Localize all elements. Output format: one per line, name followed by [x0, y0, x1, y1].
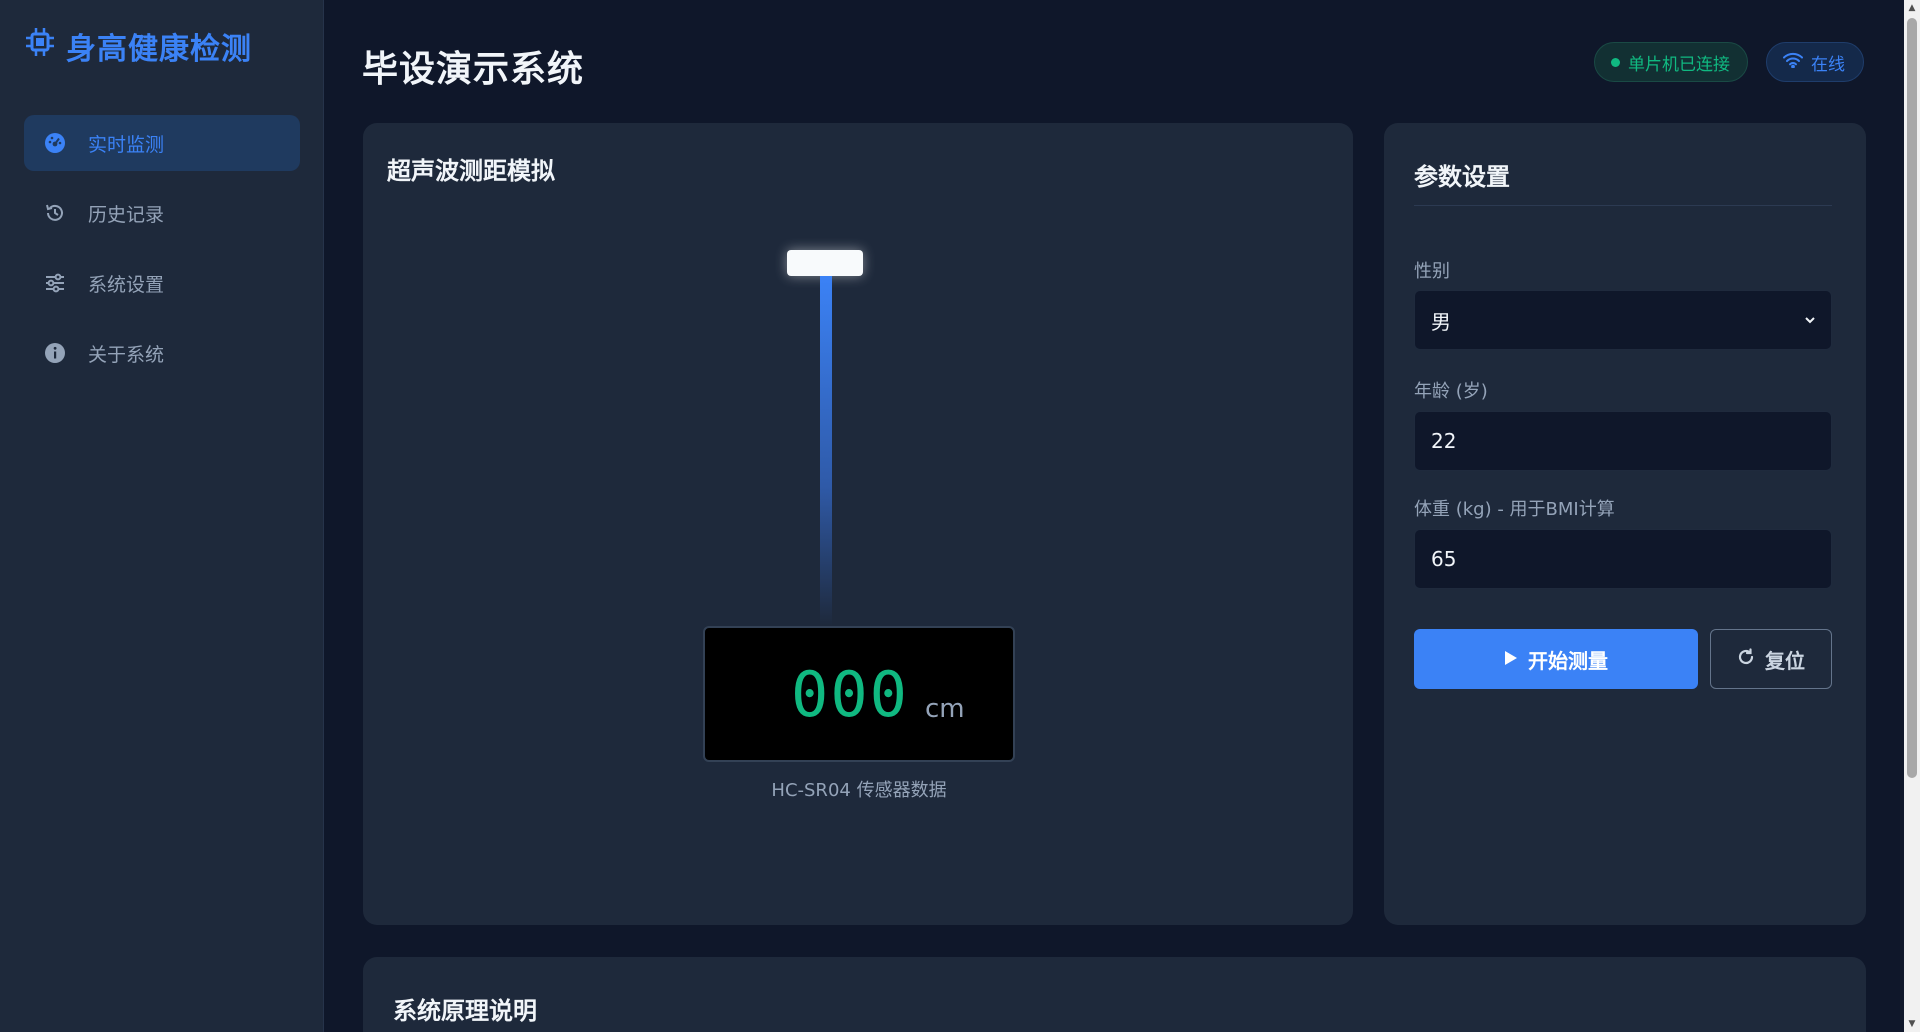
brand-title: 身高健康检测 — [66, 32, 252, 67]
sidebar-item-settings[interactable]: 系统设置 — [24, 255, 300, 311]
sidebar-item-label: 关于系统 — [88, 343, 165, 366]
principle-title: 系统原理说明 — [393, 997, 537, 1025]
page-scrollbar[interactable]: ▲ ▼ — [1904, 0, 1920, 1032]
main-content: 毕设演示系统 单片机已连接 在线 超声波测距模拟 000 cm HC-SR04 … — [324, 0, 1904, 1032]
weight-field[interactable]: 65 — [1414, 529, 1832, 589]
app-root: 身高健康检测 实时监测 历史记录 系统设置 关于系统 毕设演示系统 单片机已连接… — [0, 0, 1920, 1032]
gauge-icon — [44, 132, 66, 154]
sensor-caption: HC-SR04 传感器数据 — [771, 780, 947, 801]
chevron-down-icon — [1805, 317, 1815, 324]
age-field[interactable]: 22 — [1414, 411, 1832, 471]
sidebar-item-about[interactable]: 关于系统 — [24, 325, 300, 381]
online-status-badge: 在线 — [1766, 42, 1864, 82]
age-label: 年龄 (岁) — [1414, 381, 1488, 402]
scroll-thumb[interactable] — [1907, 18, 1917, 778]
mcu-status-badge: 单片机已连接 — [1594, 42, 1748, 82]
page-title: 毕设演示系统 — [362, 49, 585, 90]
sidebar-item-label: 实时监测 — [88, 133, 165, 156]
sidebar-item-history[interactable]: 历史记录 — [24, 185, 300, 241]
refresh-icon — [1737, 647, 1755, 671]
reset-button[interactable]: 复位 — [1710, 629, 1832, 689]
info-icon — [44, 342, 66, 364]
sliders-icon — [44, 272, 66, 294]
params-divider — [1414, 205, 1832, 206]
reset-label: 复位 — [1765, 648, 1805, 673]
scroll-down-arrow-icon[interactable]: ▼ — [1904, 1016, 1920, 1032]
play-icon — [1504, 647, 1518, 671]
distance-unit: cm — [925, 694, 965, 724]
ultrasonic-sensor — [787, 250, 863, 276]
gender-select[interactable]: 男 — [1414, 290, 1832, 350]
sidebar: 身高健康检测 实时监测 历史记录 系统设置 关于系统 — [0, 0, 324, 1032]
start-measure-label: 开始测量 — [1528, 648, 1608, 673]
gender-label: 性别 — [1414, 261, 1450, 282]
brand: 身高健康检测 — [24, 24, 252, 68]
gender-value: 男 — [1431, 309, 1451, 334]
scroll-up-arrow-icon[interactable]: ▲ — [1904, 0, 1920, 16]
wifi-icon — [1783, 52, 1803, 73]
online-status-text: 在线 — [1811, 54, 1845, 75]
mcu-status-text: 单片机已连接 — [1628, 54, 1730, 75]
status-dot-icon — [1611, 57, 1620, 67]
start-measure-button[interactable]: 开始测量 — [1414, 629, 1698, 689]
simulation-title: 超声波测距模拟 — [387, 157, 555, 185]
params-title: 参数设置 — [1414, 163, 1510, 191]
ultrasonic-simulation-card: 超声波测距模拟 000 cm HC-SR04 传感器数据 — [363, 123, 1353, 925]
system-principle-card: 系统原理说明 — [363, 957, 1866, 1032]
age-value: 22 — [1431, 429, 1457, 453]
weight-value: 65 — [1431, 547, 1457, 571]
distance-reading: 000 — [791, 658, 909, 731]
weight-label: 体重 (kg) - 用于BMI计算 — [1414, 499, 1615, 520]
sidebar-item-label: 历史记录 — [88, 203, 165, 226]
parameter-settings-card: 参数设置 性别 男 年龄 (岁) 22 体重 (kg) - 用于BMI计算 65 — [1384, 123, 1866, 925]
history-icon — [44, 202, 66, 224]
sidebar-item-realtime[interactable]: 实时监测 — [24, 115, 300, 171]
distance-display: 000 cm — [703, 626, 1015, 762]
sidebar-nav: 实时监测 历史记录 系统设置 关于系统 — [24, 115, 300, 395]
sidebar-item-label: 系统设置 — [88, 273, 165, 296]
ultrasonic-beam — [820, 276, 832, 626]
chip-icon — [24, 26, 56, 66]
